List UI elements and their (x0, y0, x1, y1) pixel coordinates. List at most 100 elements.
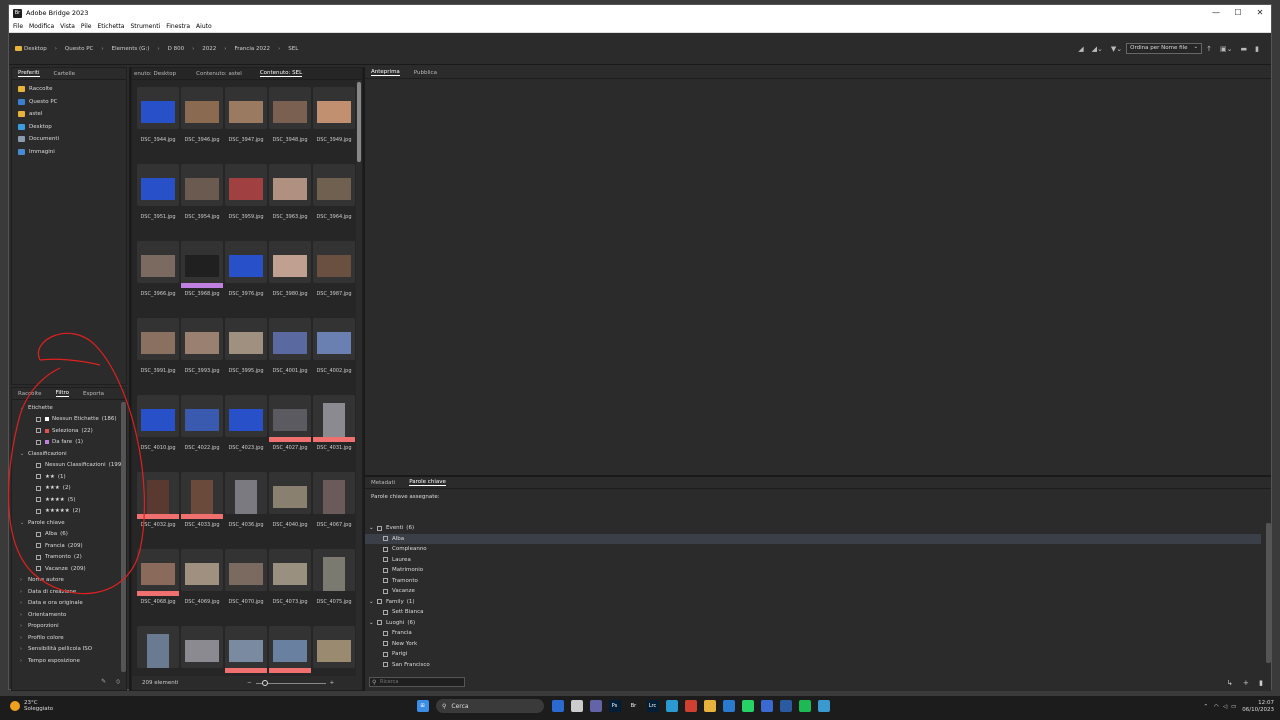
favorite-item[interactable]: Questo PC (12, 96, 126, 109)
minimize-button[interactable]: — (1205, 5, 1227, 21)
keyword-item[interactable]: Laurea (365, 555, 1261, 566)
new-subkeyword-icon[interactable]: ↳ (1227, 679, 1233, 687)
checkbox[interactable] (383, 651, 388, 657)
sort-ascending-icon[interactable]: ↑ (1206, 45, 1212, 53)
filter-category[interactable]: › Proporzioni (12, 621, 126, 633)
thumbnail[interactable]: DSC_3946.jpg (181, 83, 223, 155)
clear-filter-icon[interactable]: ⦸ (116, 678, 120, 685)
volume-icon[interactable]: ◁ (1223, 704, 1227, 710)
thumbnail[interactable]: DSC_3987.jpg (313, 237, 355, 309)
thumbnail[interactable]: DSC_3980.jpg (269, 237, 311, 309)
folder-icon[interactable] (703, 700, 716, 712)
menu-item-aiuto[interactable]: Aiuto (196, 23, 212, 30)
app-icon[interactable] (760, 700, 773, 712)
keyword-item[interactable]: Parigi (365, 649, 1261, 660)
thumbnail[interactable]: DSC_3947.jpg (225, 83, 267, 155)
keyword-group[interactable]: ⌄ Eventi (6) (365, 523, 1261, 534)
chevron-down-icon[interactable]: ⌄ (369, 620, 377, 626)
chevron-down-icon[interactable]: ⌄ (369, 525, 377, 531)
keyword-item[interactable]: Matrimonio (365, 565, 1261, 576)
thumbnail[interactable]: DSC_4070.jpg (225, 545, 267, 617)
keyword-item[interactable]: San Francisco (365, 660, 1261, 671)
menu-item-finestra[interactable]: Finestra (166, 23, 190, 30)
new-folder-icon[interactable]: ▬ (1241, 45, 1248, 53)
weather-widget[interactable]: 23°C Soleggiato (10, 700, 53, 712)
bridge-icon[interactable]: Br (627, 700, 640, 712)
keyword-item[interactable]: Francia (365, 628, 1261, 639)
taskbar-search[interactable]: ⚲ Cerca (436, 699, 544, 713)
thumbnail[interactable]: DSC_3966.jpg (137, 237, 179, 309)
breadcrumb-item[interactable]: D 800 › (168, 46, 195, 52)
chrome-icon[interactable] (684, 700, 697, 712)
teams-icon[interactable] (589, 700, 602, 712)
checkbox[interactable] (377, 599, 382, 605)
favorite-item[interactable]: Immagini (12, 146, 126, 159)
menu-item-strumenti[interactable]: Strumenti (130, 23, 160, 30)
edge-icon[interactable] (665, 700, 678, 712)
sort-dropdown[interactable]: Ordina per Nome file (1126, 43, 1203, 54)
tab-content-astel[interactable]: Contenuto: astel (196, 71, 242, 77)
checkbox[interactable] (383, 567, 388, 573)
delete-icon[interactable]: ▮ (1255, 45, 1259, 53)
file-explorer-icon[interactable] (570, 700, 583, 712)
spotify-icon[interactable] (798, 700, 811, 712)
menu-item-pile[interactable]: Pile (81, 23, 92, 30)
checkbox[interactable] (383, 546, 388, 552)
clock[interactable]: 12:07 06/10/2023 (1242, 700, 1274, 714)
checkbox[interactable] (383, 609, 388, 615)
checkbox[interactable] (383, 536, 388, 542)
filter-category[interactable]: › Tempo esposizione (12, 655, 126, 667)
filter-category[interactable]: › Orientamento (12, 609, 126, 621)
tab-content-sel[interactable]: Contenuto: SEL (259, 70, 303, 77)
keyword-search-input[interactable]: Ricerca (369, 677, 465, 687)
thumbnail-zoom-slider[interactable]: − + (247, 679, 335, 686)
rating-filter-icon[interactable]: ◢ (1078, 45, 1083, 53)
favorite-item[interactable]: Desktop (12, 121, 126, 134)
zoom-in-icon[interactable]: + (330, 680, 335, 686)
favorite-item[interactable]: Documenti (12, 133, 126, 146)
add-keyword-icon[interactable]: + (1243, 679, 1249, 687)
windows-start-icon[interactable]: ⊞ (416, 700, 429, 712)
tab-metadata[interactable]: Metadati (371, 480, 395, 486)
thumbnail[interactable]: DSC_4001.jpg (269, 314, 311, 386)
keyword-item[interactable]: Compleanno (365, 544, 1261, 555)
thumbnail[interactable]: DSC_3968.jpg (181, 237, 223, 309)
maximize-button[interactable]: ☐ (1227, 5, 1249, 21)
checkbox[interactable] (383, 578, 388, 584)
tab-content-desktop[interactable]: enuto: Desktop (134, 71, 176, 77)
chevron-down-icon[interactable]: ⌄ (369, 599, 377, 605)
checkbox[interactable] (383, 641, 388, 647)
thumbnail[interactable]: DSC_4075.jpg (313, 545, 355, 617)
menu-item-modifica[interactable]: Modifica (29, 23, 54, 30)
keyword-item[interactable]: Alba (365, 533, 1261, 544)
thumbnail[interactable]: DSC_4023.jpg (225, 391, 267, 463)
mail-icon[interactable] (722, 700, 735, 712)
thumbnail[interactable]: DSC_4073.jpg (269, 545, 311, 617)
checkbox[interactable] (377, 620, 382, 626)
wifi-icon[interactable]: ◠ (1214, 704, 1219, 710)
thumbnail[interactable]: DSC_3959.jpg (225, 160, 267, 232)
thumbnail[interactable]: DSC_4036.jpg (225, 468, 267, 540)
thumbnail[interactable]: DSC_3944.jpg (137, 83, 179, 155)
thumbnail[interactable]: DSC_3949.jpg (313, 83, 355, 155)
filter-category[interactable]: › Sensibilità pellicola ISO (12, 644, 126, 656)
pin-icon[interactable]: ✎ (101, 678, 106, 685)
thumbnail[interactable]: DSC_3995.jpg (225, 314, 267, 386)
photoshop-icon[interactable]: Ps (608, 700, 621, 712)
favorite-item[interactable]: astel (12, 108, 126, 121)
tab-favorites[interactable]: Preferiti (18, 70, 40, 77)
filter-category[interactable]: › Profilo colore (12, 632, 126, 644)
globe-icon[interactable] (817, 700, 830, 712)
checkbox[interactable] (383, 630, 388, 636)
checkbox[interactable] (377, 525, 382, 531)
checkbox[interactable] (383, 557, 388, 563)
delete-keyword-icon[interactable]: ▮ (1259, 679, 1263, 687)
thumbnail[interactable]: DSC_4033.jpg (181, 468, 223, 540)
thumbnail[interactable]: DSC_4027.jpg (269, 391, 311, 463)
breadcrumb-item[interactable]: Questo PC › (65, 46, 104, 52)
thumbnail[interactable]: DSC_3951.jpg (137, 160, 179, 232)
menu-item-etichetta[interactable]: Etichetta (97, 23, 124, 30)
keyword-group[interactable]: ⌄ Family (1) (365, 597, 1261, 608)
breadcrumb-item[interactable]: Francia 2022 › (234, 46, 280, 52)
zoom-out-icon[interactable]: − (247, 680, 252, 686)
